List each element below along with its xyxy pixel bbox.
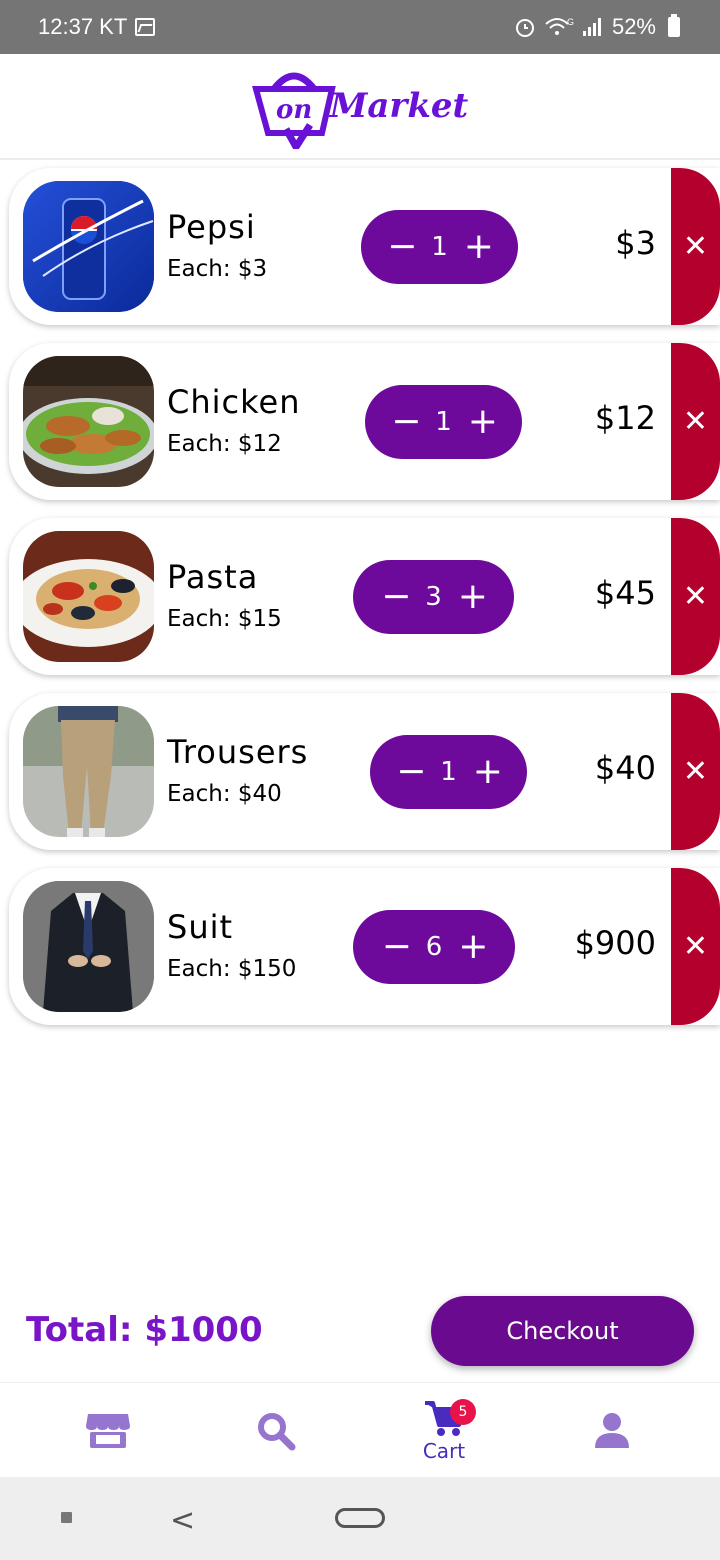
decrement-button[interactable]: − xyxy=(396,754,426,790)
cart-item: Trousers Each: $40 − 1 + $40 ✕ xyxy=(9,693,720,850)
quantity-stepper: − 1 + xyxy=(370,735,527,809)
profile-icon xyxy=(595,1412,629,1448)
suit-image xyxy=(23,881,154,1012)
nav-search[interactable] xyxy=(226,1383,326,1478)
increment-button[interactable]: + xyxy=(464,229,494,265)
logo: on Market xyxy=(251,63,469,149)
item-name: Pepsi xyxy=(167,208,256,246)
cart-item: Pepsi Each: $3 − 1 + $3 ✕ xyxy=(9,168,720,325)
nav-store[interactable] xyxy=(58,1383,158,1478)
recents-icon[interactable] xyxy=(61,1512,72,1523)
logo-text: Market xyxy=(329,86,469,126)
item-total: $40 xyxy=(594,749,656,787)
cart-item: Suit Each: $150 − 6 + $900 ✕ xyxy=(9,868,720,1025)
logo-prefix: on xyxy=(276,95,312,125)
nav-profile[interactable] xyxy=(562,1383,662,1478)
item-name: Suit xyxy=(167,908,234,946)
status-bar: 12:37 KT G 52% xyxy=(0,0,720,54)
checkout-button[interactable]: Checkout xyxy=(431,1296,694,1366)
item-total: $45 xyxy=(594,574,656,612)
cart-total: Total: $1000 xyxy=(26,1310,263,1350)
remove-item-button[interactable]: ✕ xyxy=(671,168,720,325)
cart-item: Pasta Each: $15 − 3 + $45 ✕ xyxy=(9,518,720,675)
item-total: $3 xyxy=(615,224,656,262)
item-unit-price: Each: $40 xyxy=(167,781,282,807)
pepsi-image xyxy=(23,181,154,312)
signal-icon xyxy=(582,18,601,36)
increment-button[interactable]: + xyxy=(458,929,488,965)
decrement-button[interactable]: − xyxy=(387,229,417,265)
search-icon xyxy=(258,1412,296,1450)
alarm-icon xyxy=(515,19,534,37)
item-name: Trousers xyxy=(167,733,309,771)
quantity-stepper: − 6 + xyxy=(353,910,515,984)
item-total: $900 xyxy=(574,924,656,962)
quantity-value: 3 xyxy=(425,582,442,612)
quantity-value: 1 xyxy=(431,232,448,262)
decrement-button[interactable]: − xyxy=(381,579,411,615)
close-icon: ✕ xyxy=(682,404,709,439)
battery-icon xyxy=(668,14,680,37)
close-icon: ✕ xyxy=(682,929,709,964)
close-icon: ✕ xyxy=(682,579,709,614)
back-icon[interactable]: < xyxy=(170,1503,195,1538)
battery-percent: 52% xyxy=(611,14,656,39)
remove-item-button[interactable]: ✕ xyxy=(671,868,720,1025)
system-nav-bar: < xyxy=(0,1477,720,1560)
decrement-button[interactable]: − xyxy=(391,404,421,440)
store-icon xyxy=(86,1413,130,1448)
trousers-image xyxy=(23,706,154,837)
gallery-notification-icon xyxy=(135,18,156,36)
increment-button[interactable]: + xyxy=(468,404,498,440)
close-icon: ✕ xyxy=(682,754,709,789)
remove-item-button[interactable]: ✕ xyxy=(671,343,720,500)
wifi-icon: G xyxy=(545,17,574,35)
pasta-image xyxy=(23,531,154,662)
item-unit-price: Each: $150 xyxy=(167,956,297,982)
nav-cart[interactable]: Cart 5 xyxy=(394,1383,494,1478)
app-header: on Market xyxy=(0,54,720,160)
basket-logo-icon: on xyxy=(251,72,336,149)
nav-cart-label: Cart xyxy=(422,1438,466,1463)
remove-item-button[interactable]: ✕ xyxy=(671,693,720,850)
cart-count-badge: 5 xyxy=(450,1399,476,1425)
remove-item-button[interactable]: ✕ xyxy=(671,518,720,675)
svg-text:G: G xyxy=(567,17,574,27)
item-unit-price: Each: $15 xyxy=(167,606,282,632)
quantity-value: 1 xyxy=(440,757,457,787)
increment-button[interactable]: + xyxy=(473,754,503,790)
close-icon: ✕ xyxy=(682,229,709,264)
item-name: Chicken xyxy=(167,383,301,421)
quantity-stepper: − 3 + xyxy=(353,560,514,634)
quantity-value: 1 xyxy=(435,407,452,437)
quantity-stepper: − 1 + xyxy=(365,385,522,459)
status-time: 12:37 KT xyxy=(38,14,128,39)
quantity-value: 6 xyxy=(425,932,443,962)
item-total: $12 xyxy=(594,399,656,437)
item-unit-price: Each: $12 xyxy=(167,431,282,457)
item-unit-price: Each: $3 xyxy=(167,256,268,282)
chicken-image xyxy=(23,356,154,487)
cart-item: Chicken Each: $12 − 1 + $12 ✕ xyxy=(9,343,720,500)
item-name: Pasta xyxy=(167,558,259,596)
home-icon[interactable] xyxy=(335,1508,385,1528)
decrement-button[interactable]: − xyxy=(382,929,412,965)
bottom-nav: Cart 5 xyxy=(0,1382,720,1477)
increment-button[interactable]: + xyxy=(458,579,488,615)
quantity-stepper: − 1 + xyxy=(361,210,518,284)
